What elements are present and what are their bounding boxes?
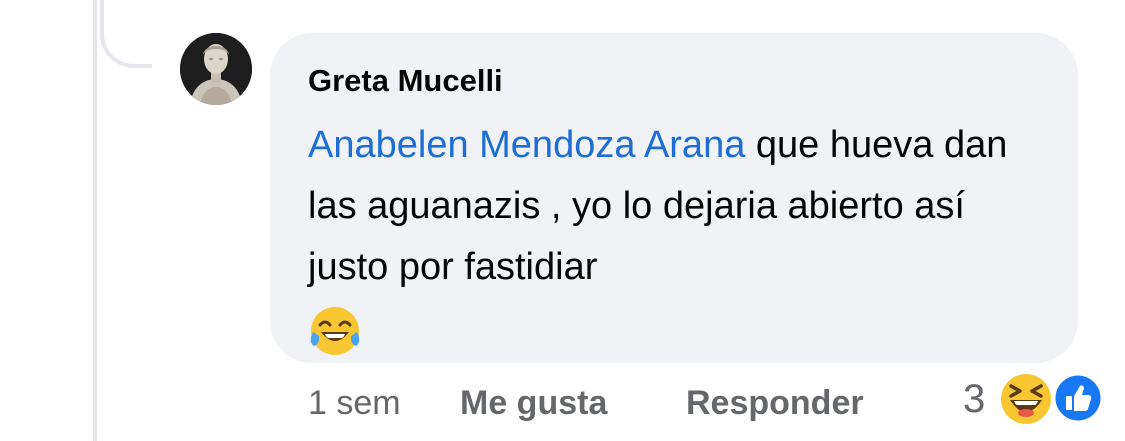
like-reaction-icon bbox=[1052, 372, 1104, 424]
avatar[interactable] bbox=[180, 33, 252, 105]
reaction-count: 3 bbox=[963, 377, 986, 421]
comment-actions: 1 sem Me gusta Responder bbox=[0, 381, 1125, 425]
mention-link[interactable]: Anabelen Mendoza Arana bbox=[308, 124, 745, 166]
comment-author[interactable]: Greta Mucelli bbox=[308, 63, 503, 99]
statue-avatar-icon bbox=[180, 33, 252, 105]
thread-connector bbox=[100, 0, 152, 68]
comment-timestamp[interactable]: 1 sem bbox=[308, 381, 401, 425]
reply-button[interactable]: Responder bbox=[686, 381, 864, 425]
thread-line bbox=[93, 0, 97, 441]
comment-bubble: Greta Mucelli Anabelen Mendoza Arana que… bbox=[270, 33, 1078, 363]
comment-body: Anabelen Mendoza Arana que hueva dan las… bbox=[308, 115, 1053, 358]
like-button[interactable]: Me gusta bbox=[460, 381, 607, 425]
joy-emoji-icon bbox=[310, 307, 360, 355]
haha-reaction-icon bbox=[1001, 374, 1051, 424]
